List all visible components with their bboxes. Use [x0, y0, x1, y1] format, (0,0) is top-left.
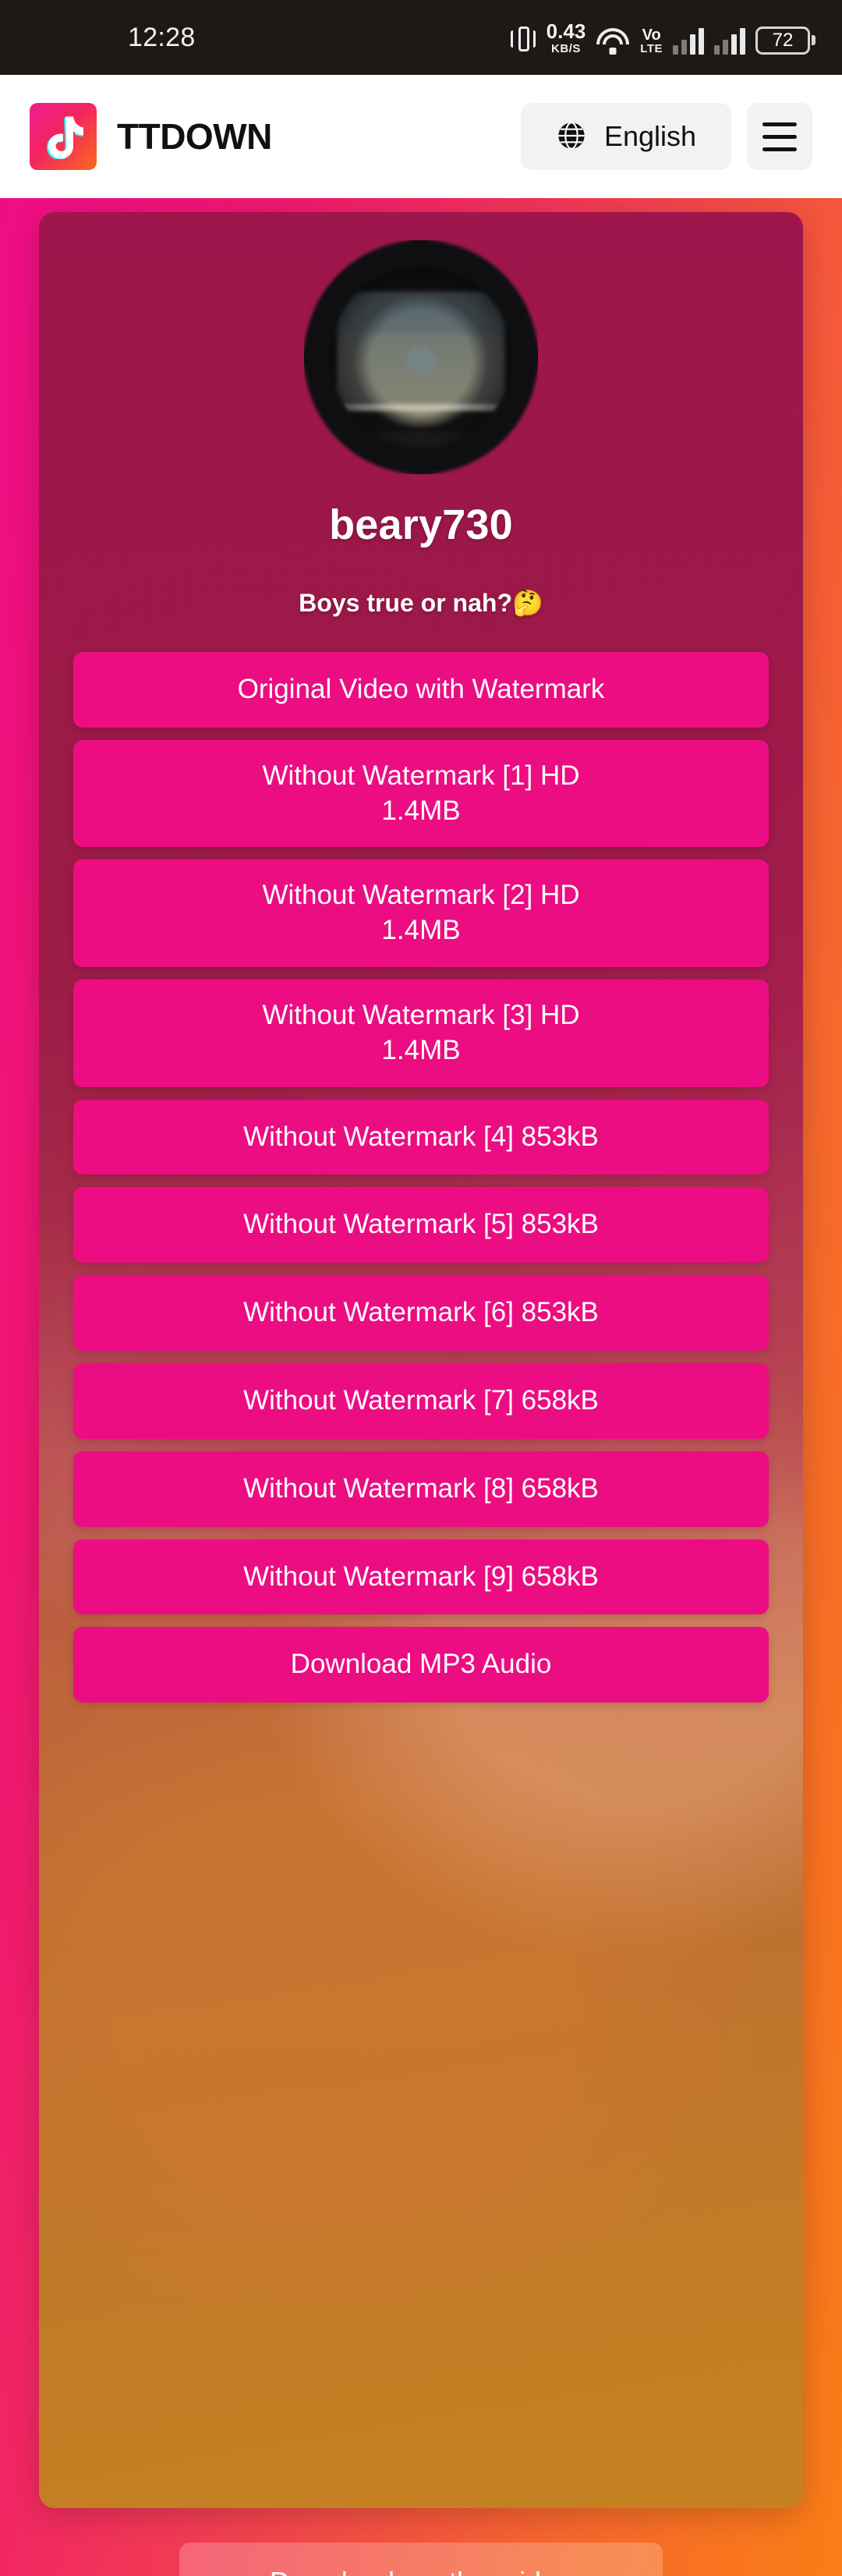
download-option-button[interactable]: Without Watermark [7] 658kB — [73, 1362, 769, 1439]
network-speed-value: 0.43 — [546, 19, 586, 43]
signal-bars-icon-sim1 — [673, 27, 704, 55]
download-option-button[interactable]: Without Watermark [1] HD 1.4MB — [73, 739, 769, 848]
download-option-button[interactable]: Original Video with Watermark — [73, 652, 769, 728]
avatar — [304, 240, 538, 474]
globe-icon — [556, 120, 587, 154]
video-description: Boys true or nah?🤔 — [299, 589, 543, 617]
download-option-button[interactable]: Without Watermark [4] 853kB — [73, 1099, 769, 1175]
volte-label-top: Vo — [642, 26, 661, 44]
header-actions: English — [521, 103, 812, 170]
volte-icon: Vo LTE — [640, 27, 663, 55]
download-options-list: Original Video with Watermark Without Wa… — [73, 652, 769, 1703]
tiktok-note-icon — [30, 103, 97, 170]
vibrate-icon — [510, 23, 536, 55]
battery-level-text: 72 — [755, 26, 810, 55]
signal-bars-icon-sim2 — [714, 27, 745, 55]
download-option-button[interactable]: Without Watermark [9] 658kB — [73, 1539, 769, 1615]
download-option-button[interactable]: Without Watermark [6] 853kB — [73, 1275, 769, 1351]
language-label: English — [603, 120, 697, 152]
battery-icon: 72 — [755, 26, 815, 55]
username: beary730 — [329, 501, 513, 548]
download-option-button[interactable]: Without Watermark [3] HD 1.4MB — [73, 979, 769, 1087]
wifi-icon — [596, 27, 630, 55]
network-speed-indicator: 0.43 KB/S — [547, 21, 586, 55]
download-another-video-button[interactable]: Download another video — [179, 2542, 663, 2576]
brand-logo-group[interactable]: TTDOWN — [30, 103, 272, 170]
status-bar-icons: 0.43 KB/S Vo LTE 72 — [510, 21, 815, 55]
status-bar-clock: 12:28 — [128, 22, 196, 52]
footer-actions: Download another video — [0, 2542, 842, 2576]
volte-label-bottom: LTE — [640, 41, 663, 55]
app-header: TTDOWN English — [0, 75, 842, 198]
page-body: beary730 Boys true or nah?🤔 Original Vid… — [0, 198, 842, 2576]
status-bar: 12:28 0.43 KB/S Vo LTE 72 — [0, 0, 842, 75]
language-selector-button[interactable]: English — [521, 103, 731, 170]
download-option-button[interactable]: Without Watermark [5] 853kB — [73, 1187, 769, 1263]
download-option-button[interactable]: Without Watermark [8] 658kB — [73, 1451, 769, 1527]
brand-name: TTDOWN — [117, 116, 272, 157]
network-speed-unit: KB/S — [551, 41, 581, 55]
hamburger-menu-icon[interactable] — [747, 103, 812, 170]
download-mp3-button[interactable]: Download MP3 Audio — [73, 1627, 769, 1703]
video-result-card: beary730 Boys true or nah?🤔 Original Vid… — [39, 212, 803, 2508]
download-option-button[interactable]: Without Watermark [2] HD 1.4MB — [73, 859, 769, 967]
